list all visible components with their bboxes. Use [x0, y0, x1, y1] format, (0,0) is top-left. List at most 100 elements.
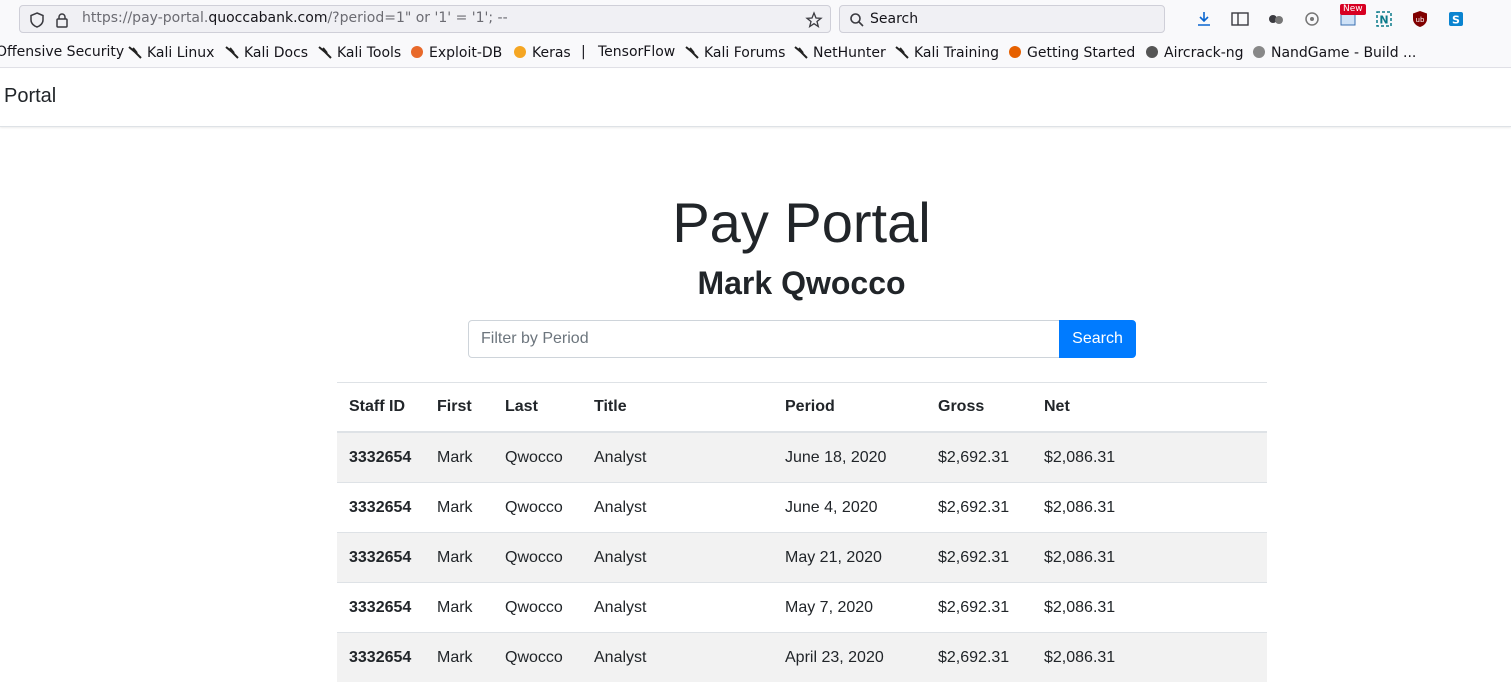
cell-period: April 23, 2020	[773, 633, 926, 682]
table-row: 3332654MarkQwoccoAnalystJune 4, 2020$2,6…	[337, 483, 1267, 533]
bookmark-item[interactable]: Aircrack-ng	[1144, 44, 1244, 61]
cell-title: Analyst	[582, 533, 773, 583]
bookmark-item[interactable]: NandGame - Build ...	[1251, 44, 1416, 61]
site-navbar: Portal	[0, 69, 1511, 127]
cell-last: Qwocco	[493, 633, 582, 682]
header-gross: Gross	[926, 383, 1032, 433]
cell-net: $2,086.31	[1032, 633, 1267, 682]
cell-period: May 7, 2020	[773, 583, 926, 633]
firefox-icon	[1007, 44, 1023, 60]
header-period: Period	[773, 383, 926, 433]
cell-title: Analyst	[582, 483, 773, 533]
header-net: Net	[1032, 383, 1267, 433]
cell-last: Qwocco	[493, 432, 582, 483]
cell-period: June 18, 2020	[773, 432, 926, 483]
cell-gross: $2,692.31	[926, 533, 1032, 583]
cell-net: $2,086.31	[1032, 533, 1267, 583]
browser-toolbar: https://pay-portal.quoccabank.com/?perio…	[0, 0, 1511, 38]
svg-text:ub: ub	[1416, 16, 1425, 24]
s-extension-icon[interactable]: S	[1446, 9, 1466, 29]
cell-staff-id: 3332654	[337, 432, 425, 483]
new-badge: New	[1340, 4, 1366, 15]
address-bar[interactable]: https://pay-portal.quoccabank.com/?perio…	[19, 5, 831, 33]
table-header-row: Staff ID First Last Title Period Gross N…	[337, 383, 1267, 433]
pay-table: Staff ID First Last Title Period Gross N…	[337, 382, 1267, 682]
reader-view-icon[interactable]	[1230, 9, 1250, 29]
cell-staff-id: 3332654	[337, 483, 425, 533]
bookmark-item[interactable]: Getting Started	[1007, 44, 1135, 61]
bookmark-label: NetHunter	[813, 45, 886, 61]
exploit-db-icon	[409, 44, 425, 60]
kali-dragon-icon	[684, 44, 700, 60]
bookmark-item[interactable]: NetHunter	[793, 44, 886, 61]
page-title: Pay Portal	[0, 190, 1511, 255]
bookmark-label: Offensive Security	[0, 44, 124, 60]
table-row: 3332654MarkQwoccoAnalystJune 18, 2020$2,…	[337, 432, 1267, 483]
header-last: Last	[493, 383, 582, 433]
table-row: 3332654MarkQwoccoAnalystApril 23, 2020$2…	[337, 633, 1267, 682]
bookmark-item[interactable]: Keras	[512, 44, 571, 61]
search-bar-label: Search	[870, 11, 918, 27]
bookmark-label: Kali Forums	[704, 45, 785, 61]
star-icon[interactable]	[805, 11, 823, 29]
downloads-icon[interactable]	[1194, 9, 1214, 29]
bookmark-label: TensorFlow	[598, 44, 675, 60]
url-prefix: https://pay-portal.	[82, 10, 208, 26]
cell-gross: $2,692.31	[926, 583, 1032, 633]
bookmark-item[interactable]: TensorFlow	[598, 44, 675, 60]
bookmark-label: Kali Docs	[244, 45, 308, 61]
url-suffix: /?period=1" or '1' = '1'; --	[327, 10, 507, 26]
kali-dragon-icon	[317, 44, 333, 60]
filter-period-input[interactable]	[468, 320, 1060, 358]
header-title: Title	[582, 383, 773, 433]
cell-first: Mark	[425, 633, 493, 682]
lock-icon[interactable]	[53, 11, 71, 29]
svg-text:S: S	[1452, 14, 1460, 27]
table-row: 3332654MarkQwoccoAnalystMay 21, 2020$2,6…	[337, 533, 1267, 583]
shield-icon[interactable]	[28, 11, 46, 29]
bookmark-item[interactable]: Kali Linux	[127, 44, 214, 61]
cell-net: $2,086.31	[1032, 583, 1267, 633]
cell-title: Analyst	[582, 633, 773, 682]
kali-dragon-icon	[127, 44, 143, 60]
navbar-brand[interactable]: Portal	[4, 85, 56, 108]
ublock-icon[interactable]: ub	[1410, 9, 1430, 29]
nandgame-icon	[1251, 44, 1267, 60]
cell-gross: $2,692.31	[926, 483, 1032, 533]
bookmark-item: |	[581, 44, 586, 60]
cell-title: Analyst	[582, 432, 773, 483]
bookmark-label: Kali Tools	[337, 45, 401, 61]
cell-last: Qwocco	[493, 583, 582, 633]
cell-first: Mark	[425, 432, 493, 483]
bookmark-item[interactable]: Kali Tools	[317, 44, 401, 61]
url-text[interactable]: https://pay-portal.quoccabank.com/?perio…	[82, 10, 508, 26]
keras-icon	[512, 44, 528, 60]
search-bar[interactable]: Search	[839, 5, 1165, 33]
cell-gross: $2,692.31	[926, 633, 1032, 682]
cell-gross: $2,692.31	[926, 432, 1032, 483]
search-button[interactable]: Search	[1059, 320, 1136, 358]
url-host: quoccabank.com	[208, 10, 327, 26]
cell-period: May 21, 2020	[773, 533, 926, 583]
bookmark-item[interactable]: Offensive Security	[0, 44, 124, 60]
bookmark-item[interactable]: Kali Docs	[224, 44, 308, 61]
svg-text:N: N	[1379, 14, 1388, 27]
table-row: 3332654MarkQwoccoAnalystMay 7, 2020$2,69…	[337, 583, 1267, 633]
extension-icon[interactable]	[1266, 9, 1286, 29]
target-extension-icon[interactable]	[1302, 9, 1322, 29]
notion-extension-icon[interactable]: N	[1374, 9, 1394, 29]
bookmark-label: Aircrack-ng	[1164, 45, 1244, 61]
cell-net: $2,086.31	[1032, 483, 1267, 533]
header-staff-id: Staff ID	[337, 383, 425, 433]
bookmark-item[interactable]: Exploit-DB	[409, 44, 502, 61]
bookmark-label: Getting Started	[1027, 45, 1135, 61]
bookmark-item[interactable]: Kali Training	[894, 44, 999, 61]
cell-last: Qwocco	[493, 483, 582, 533]
header-first: First	[425, 383, 493, 433]
bookmark-label: Keras	[532, 45, 571, 61]
user-name: Mark Qwocco	[0, 265, 1511, 302]
cell-staff-id: 3332654	[337, 533, 425, 583]
bookmark-item[interactable]: Kali Forums	[684, 44, 785, 61]
search-icon	[849, 12, 865, 28]
cell-period: June 4, 2020	[773, 483, 926, 533]
